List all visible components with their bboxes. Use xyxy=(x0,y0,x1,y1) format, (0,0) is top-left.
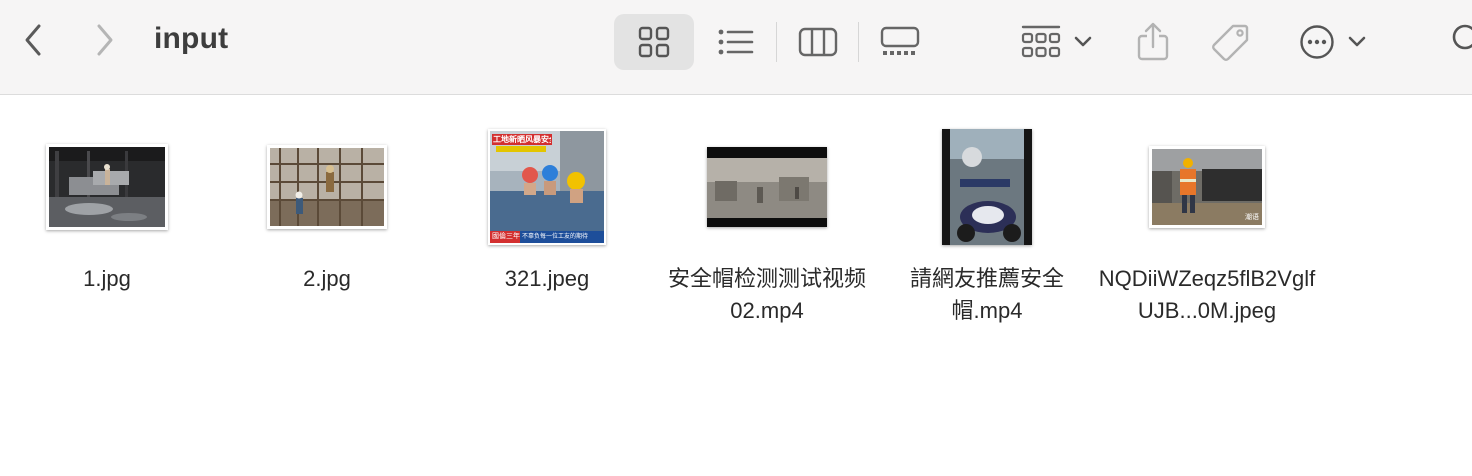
more-actions-button[interactable] xyxy=(1292,14,1374,70)
columns-icon xyxy=(798,27,838,57)
video-frame xyxy=(942,129,1032,245)
thumbnail-watermark: 潮语 xyxy=(1245,214,1259,221)
chevron-right-icon xyxy=(97,24,113,56)
file-thumbnail-area xyxy=(217,117,437,257)
toolbar-divider xyxy=(776,22,777,62)
file-item[interactable]: 潮语 NQDiiWZeqz5flB2VglfUJB...0M.jpeg xyxy=(1097,95,1317,335)
file-item[interactable]: 安全帽检测测试视频02.mp4 xyxy=(657,95,877,335)
finder-window: input 1.jpg 2.jpg 工地新晒风暴安 國倫三年 不辜负每一位工友的… xyxy=(0,0,1472,476)
list-view-button[interactable] xyxy=(710,14,762,70)
file-thumbnail: 工地新晒风暴安全帽 國倫三年 不辜负每一位工友的期待 xyxy=(488,129,606,245)
gallery-view-button[interactable] xyxy=(872,14,928,70)
file-thumbnail-area: 工地新晒风暴安全帽 國倫三年 不辜负每一位工友的期待 xyxy=(437,117,657,257)
icon-view-button[interactable] xyxy=(614,14,694,70)
tag-button[interactable] xyxy=(1204,14,1258,70)
file-thumbnail-area xyxy=(877,117,1097,257)
file-item[interactable]: 1.jpg xyxy=(0,95,217,335)
file-item[interactable]: 2.jpg xyxy=(217,95,437,335)
photo-thumbnail xyxy=(49,147,165,227)
file-item[interactable]: 請網友推薦安全帽.mp4 xyxy=(877,95,1097,335)
grid-icon xyxy=(638,26,670,58)
file-name: NQDiiWZeqz5flB2VglfUJB...0M.jpeg xyxy=(1098,266,1316,323)
forward-button[interactable] xyxy=(84,20,124,60)
video-thumbnail xyxy=(707,147,827,227)
file-thumbnail-area xyxy=(0,117,217,257)
chevron-down-icon xyxy=(1074,36,1092,47)
file-name: 安全帽检测测试视频02.mp4 xyxy=(667,266,866,323)
thumbnail-caption-top: 工地新晒风暴安全帽 xyxy=(493,135,551,144)
toolbar-divider xyxy=(858,22,859,62)
group-by-icon xyxy=(1021,25,1061,58)
list-icon xyxy=(718,29,754,55)
file-name: 321.jpeg xyxy=(504,266,590,291)
share-icon xyxy=(1137,22,1169,61)
share-button[interactable] xyxy=(1128,14,1178,70)
back-button[interactable] xyxy=(14,20,54,60)
thumbnail-caption-bottom-left: 國倫三年 xyxy=(492,233,520,240)
file-thumbnail xyxy=(46,144,168,230)
search-button[interactable] xyxy=(1448,20,1472,60)
group-by-button[interactable] xyxy=(1016,14,1098,70)
chevron-left-icon xyxy=(25,24,41,56)
file-grid: 1.jpg 2.jpg 工地新晒风暴安 國倫三年 不辜负每一位工友的期待 321… xyxy=(0,95,1472,476)
video-thumbnail xyxy=(942,129,1032,245)
photo-thumbnail xyxy=(490,131,604,243)
video-frame xyxy=(707,147,827,227)
thumbnail-caption-bottom-right: 不辜负每一位工友的期待 xyxy=(522,234,589,240)
gallery-icon xyxy=(880,26,920,55)
column-view-button[interactable] xyxy=(790,14,846,70)
toolbar: input xyxy=(0,0,1472,95)
photo-thumbnail xyxy=(270,148,384,226)
file-name: 2.jpg xyxy=(303,266,351,291)
file-name: 請網友推薦安全帽.mp4 xyxy=(909,266,1064,323)
file-thumbnail: 潮语 xyxy=(1149,146,1265,228)
file-thumbnail-area: 潮语 xyxy=(1097,117,1317,257)
window-title: input xyxy=(154,22,229,55)
chevron-down-icon xyxy=(1348,36,1366,47)
file-thumbnail-area xyxy=(657,117,877,257)
more-actions-icon xyxy=(1300,25,1334,59)
file-thumbnail xyxy=(267,145,387,229)
file-name: 1.jpg xyxy=(83,266,131,291)
file-item[interactable]: 工地新晒风暴安全帽 國倫三年 不辜负每一位工友的期待 321.jpeg xyxy=(437,95,657,335)
search-icon xyxy=(1452,24,1472,50)
tag-icon xyxy=(1212,24,1249,61)
